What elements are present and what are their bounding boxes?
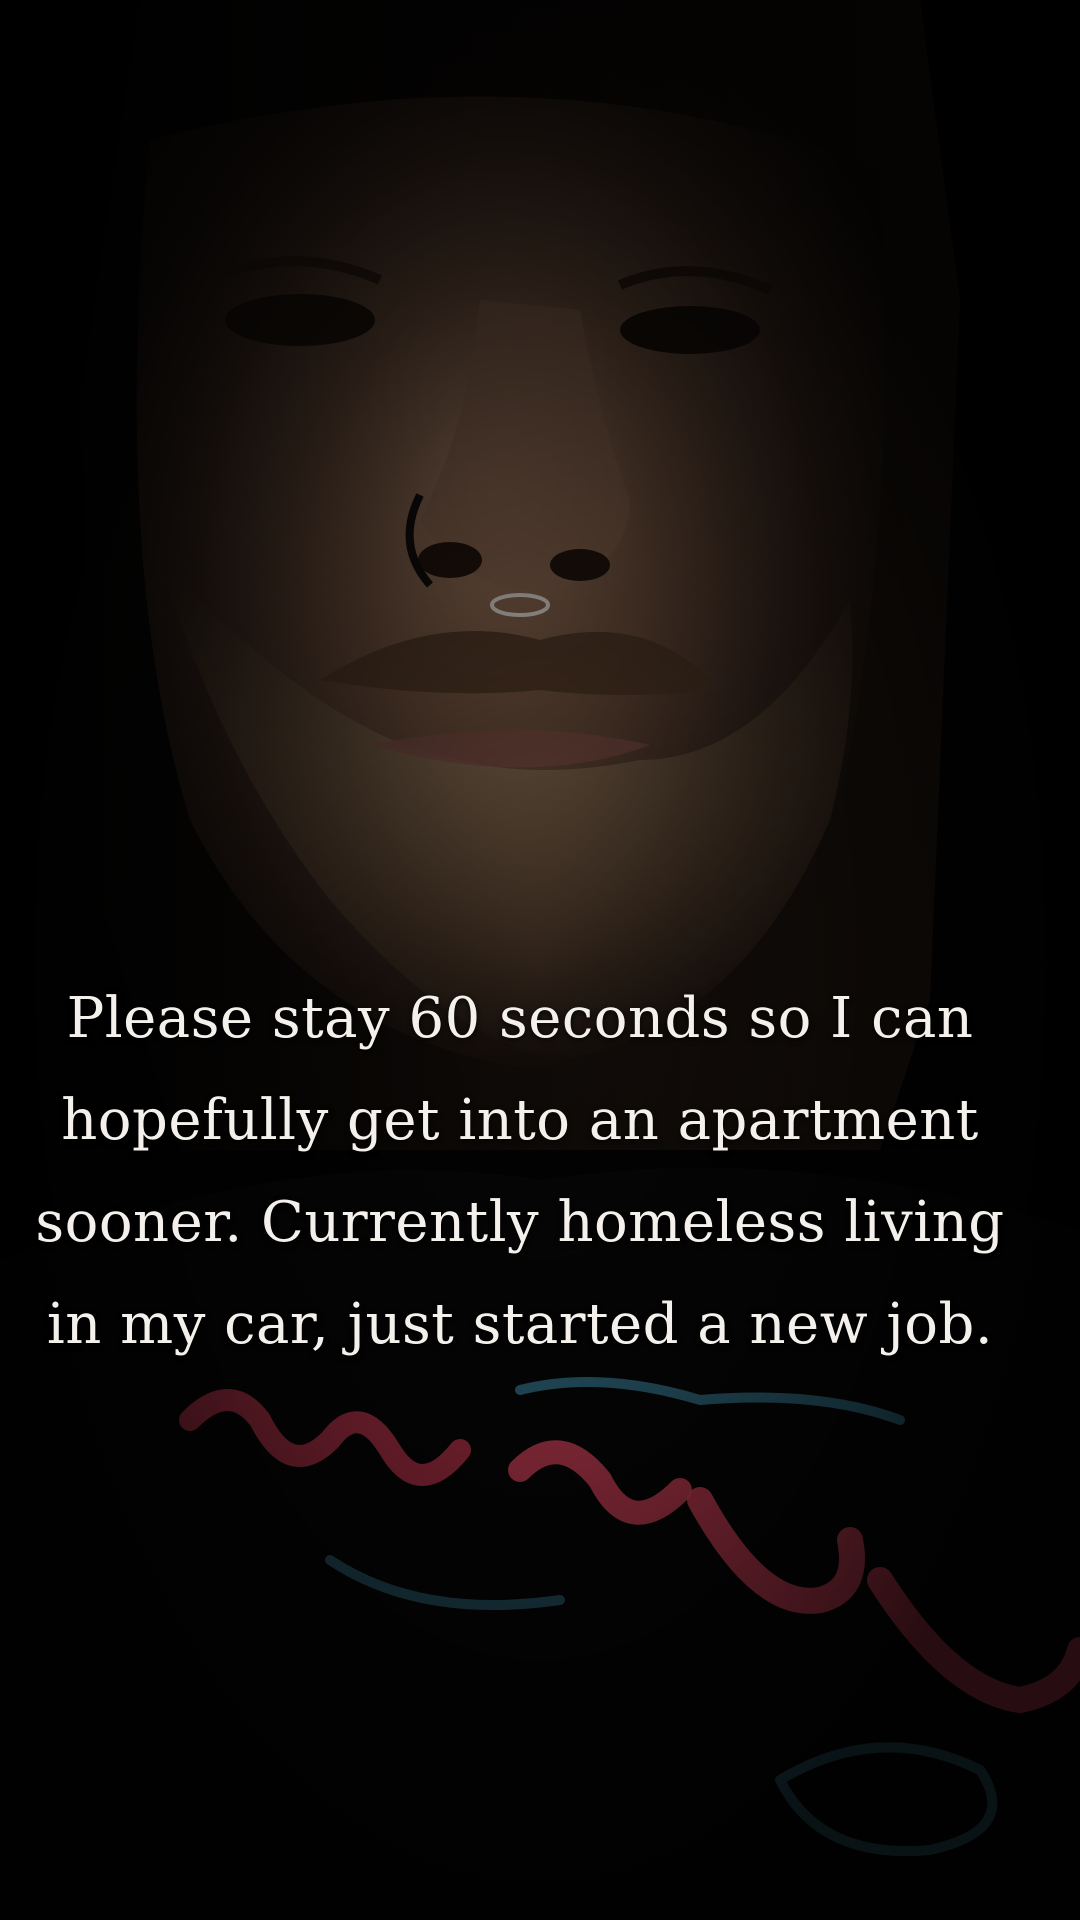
video-frame[interactable]: Please stay 60 seconds so I can hopefull… (0, 0, 1080, 1920)
caption-line-3: sooner. Currently homeless living (35, 1190, 1005, 1255)
caption-line-2: hopefully get into an apartment (61, 1088, 979, 1153)
video-caption: Please stay 60 seconds so I can hopefull… (20, 968, 1020, 1376)
caption-line-4: in my car, just started a new job. (46, 1292, 994, 1357)
selfie-photo (0, 0, 1080, 1920)
caption-line-1: Please stay 60 seconds so I can (66, 986, 974, 1051)
